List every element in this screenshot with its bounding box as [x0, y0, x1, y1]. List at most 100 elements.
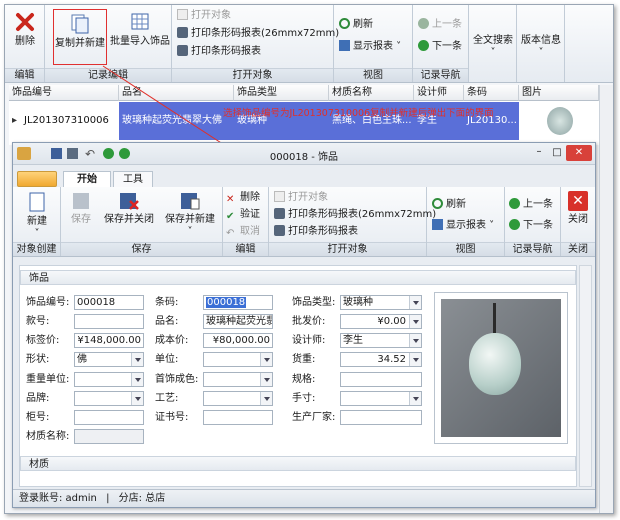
form-prev-button[interactable]: 上一条	[509, 197, 553, 212]
dropdown-arrow-icon[interactable]	[131, 353, 143, 366]
printer-icon	[274, 225, 285, 236]
maximize-button[interactable]: □	[549, 147, 565, 160]
batch-import-button[interactable]: 批量导入饰品	[109, 11, 171, 48]
material-field[interactable]	[74, 429, 144, 444]
form-close-button[interactable]: ✕ 关闭	[563, 191, 593, 226]
form-open-object-button[interactable]: 打开对象	[274, 190, 328, 205]
menu-button[interactable]	[17, 171, 57, 187]
open-object-button[interactable]: 打开对象	[177, 8, 231, 23]
dropdown-arrow-icon[interactable]	[409, 296, 421, 309]
copy-new-button[interactable]: 复制并新建	[53, 9, 107, 65]
grid-header-type[interactable]: 饰品类型	[234, 85, 329, 101]
cabinet-field[interactable]	[74, 410, 144, 425]
form-show-report-button[interactable]: 显示报表 ˅	[432, 218, 494, 233]
spec-field[interactable]	[340, 372, 422, 387]
dropdown-arrow-icon[interactable]	[409, 353, 421, 366]
section-material[interactable]: 材质	[20, 456, 576, 471]
cert-field[interactable]	[203, 410, 273, 425]
shape-select[interactable]: 佛	[74, 352, 144, 367]
label-hand: 手寸:	[292, 393, 316, 404]
form-print-button[interactable]: 打印条形码报表	[274, 224, 358, 239]
new-button[interactable]: 新建 ˅	[15, 191, 59, 240]
grid-header-material[interactable]: 材质名称	[329, 85, 414, 101]
form-delete-label: 删除	[240, 192, 260, 203]
close-window-button[interactable]: ✕	[566, 145, 592, 161]
dropdown-arrow-icon[interactable]	[260, 373, 272, 386]
print-barcode-button[interactable]: 打印条形码报表	[177, 44, 261, 59]
label-maker: 生产厂家:	[292, 412, 336, 423]
form-delete-button[interactable]: ✕ 删除	[226, 190, 260, 205]
form-next-button[interactable]: 下一条	[509, 218, 553, 233]
form-refresh-button[interactable]: 刷新	[432, 197, 466, 212]
group-form-open: 打开对象 打印条形码报表(26mmx72mm) 打印条形码报表 打开对象	[269, 187, 436, 256]
form-show-report-label: 显示报表	[446, 220, 486, 231]
label-wholesale: 批发价:	[292, 316, 326, 327]
item-photo[interactable]	[434, 292, 568, 444]
grid-header-name[interactable]: 品名	[119, 85, 234, 101]
next-button[interactable]: 下一条	[418, 39, 462, 54]
main-scrollbar[interactable]	[599, 85, 613, 513]
show-report-button[interactable]: 显示报表 ˅	[339, 39, 401, 54]
code-field[interactable]: 000018	[74, 295, 144, 310]
print-barcode-26-button[interactable]: 打印条形码报表(26mmx72mm)	[177, 26, 339, 41]
craft-select[interactable]	[203, 391, 273, 406]
grid-header-designer[interactable]: 设计师	[414, 85, 464, 101]
cancel-button[interactable]: ↶ 取消	[226, 224, 260, 239]
version-info-button[interactable]: 版本信息 ˅	[519, 35, 563, 59]
title-text: 000018 - 饰品	[269, 152, 339, 163]
dropdown-arrow-icon[interactable]	[131, 392, 143, 405]
minimize-button[interactable]: –	[531, 147, 547, 160]
barcode-field[interactable]: 000018	[203, 295, 273, 310]
form-scrollbar[interactable]	[579, 265, 592, 487]
dropdown-arrow-icon[interactable]	[260, 353, 272, 366]
save-close-button[interactable]: 保存并关闭	[101, 191, 157, 226]
brand-select[interactable]	[74, 391, 144, 406]
unit-select[interactable]	[203, 352, 273, 367]
label-cert: 证书号:	[155, 412, 189, 423]
form-print-26-button[interactable]: 打印条形码报表(26mmx72mm)	[274, 207, 436, 222]
status-branch: 分店: 总店	[118, 493, 166, 504]
dropdown-arrow-icon[interactable]	[260, 392, 272, 405]
grid-header-image[interactable]: 图片	[519, 85, 599, 101]
wholesale-field[interactable]: ¥0.00	[340, 314, 422, 329]
delete-label: 删除	[15, 36, 35, 47]
finish-select[interactable]	[203, 372, 273, 387]
group-label: 编辑	[5, 68, 44, 82]
designer-select[interactable]: 李生	[340, 333, 422, 348]
weight-unit-select[interactable]	[74, 372, 144, 387]
type-select[interactable]: 玻璃种	[340, 295, 422, 310]
tab-tools[interactable]: 工具	[113, 171, 153, 187]
version-info-label: 版本信息	[521, 35, 561, 46]
refresh-button[interactable]: 刷新	[339, 17, 373, 32]
tab-start[interactable]: 开始	[63, 171, 111, 187]
copy-new-label: 复制并新建	[55, 38, 105, 49]
hand-select[interactable]	[340, 391, 422, 406]
tag-price-field[interactable]: ¥148,000.00	[74, 333, 144, 348]
goods-weight-field[interactable]: 34.52	[340, 352, 422, 367]
label-name: 品名:	[155, 316, 179, 327]
maker-field[interactable]	[340, 410, 422, 425]
fulltext-search-button[interactable]: 全文搜索 ˅	[471, 35, 515, 59]
prev-button[interactable]: 上一条	[418, 17, 462, 32]
delete-button[interactable]: 删除	[7, 11, 43, 48]
name-field[interactable]: 玻璃种起荧光翡翠	[203, 314, 273, 329]
save-button[interactable]: 保存	[63, 191, 99, 226]
cost-field[interactable]: ¥80,000.00	[203, 333, 273, 348]
dropdown-arrow-icon[interactable]	[131, 373, 143, 386]
section-item[interactable]: 饰品	[20, 270, 576, 285]
wholesale-value: ¥0.00	[377, 316, 406, 327]
status-separator: |	[106, 493, 110, 504]
up-arrow-icon	[418, 18, 429, 29]
verify-button[interactable]: ✔ 验证	[226, 207, 260, 222]
style-field[interactable]	[74, 314, 144, 329]
dropdown-arrow-icon[interactable]	[409, 315, 421, 328]
floppy-icon	[73, 193, 89, 209]
label-finish: 首饰成色:	[155, 374, 199, 385]
grid-header-barcode[interactable]: 条码	[464, 85, 519, 101]
floppy-close-icon	[120, 193, 139, 210]
dropdown-arrow-icon[interactable]	[409, 392, 421, 405]
save-new-button[interactable]: 保存并新建 ˅	[159, 191, 221, 238]
delete-icon	[16, 13, 34, 31]
dropdown-arrow-icon[interactable]	[409, 334, 421, 347]
grid-header-code[interactable]: 饰品编号	[9, 85, 119, 101]
